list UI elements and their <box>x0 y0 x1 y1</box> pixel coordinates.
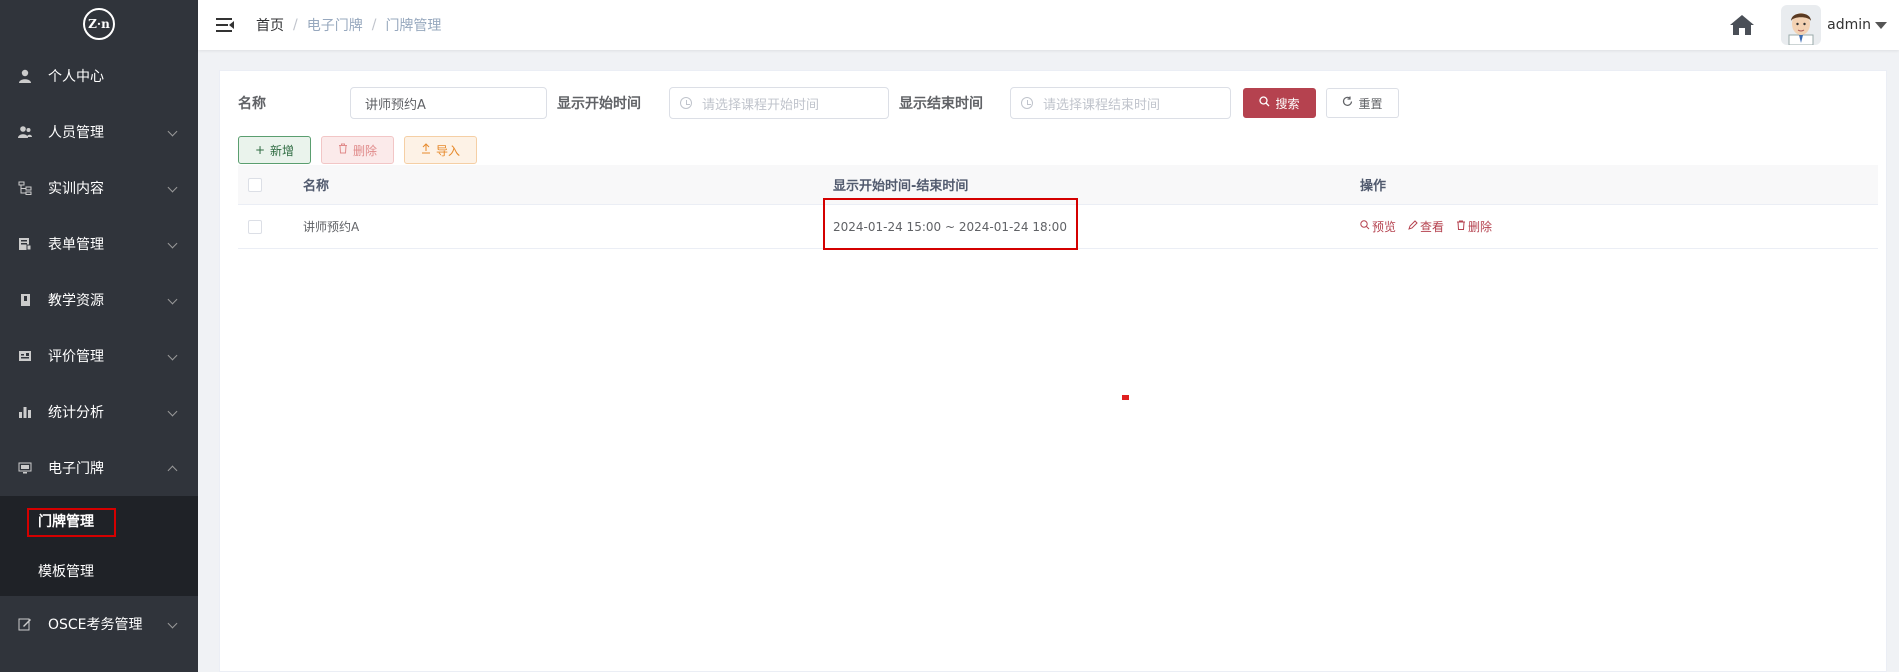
table-row: 讲师预约A 2024-01-24 15:00 ~ 2024-01-24 18:0… <box>238 197 1878 250</box>
view-link-label: 查看 <box>1420 220 1445 234</box>
row-name: 讲师预约A <box>303 220 360 234</box>
search-form: 名称 讲师预约A 显示开始时间 请选择课程开始时间 显示结束时间 请选择课程结束… <box>238 87 1886 119</box>
preview-link[interactable]: 预览 <box>1360 218 1396 235</box>
breadcrumb: 首页 / 电子门牌 / 门牌管理 <box>256 15 441 35</box>
add-button[interactable]: + 新增 <box>238 136 311 164</box>
start-time-picker[interactable]: 请选择课程开始时间 <box>669 87 889 119</box>
sidebar: Z·n 个人中心 人员管理 实训内容 表单管理 教学资源 评价管理 统计分析 电… <box>0 0 198 672</box>
trash-icon <box>1456 220 1466 233</box>
breadcrumb-separator: / <box>371 17 377 33</box>
caret-down-icon[interactable] <box>1875 21 1887 29</box>
menu-toggle-icon[interactable] <box>216 18 234 32</box>
clock-icon <box>680 97 692 109</box>
username[interactable]: admin <box>1827 17 1871 33</box>
header-right: admin <box>1729 0 1887 50</box>
people-icon <box>18 125 32 139</box>
upload-icon <box>421 143 431 157</box>
breadcrumb-separator: / <box>293 17 298 33</box>
refresh-icon <box>1342 96 1353 110</box>
breadcrumb-e-doorplate: 电子门牌 <box>306 18 363 34</box>
edit-icon <box>1408 220 1418 233</box>
sidebar-item-training[interactable]: 实训内容 <box>0 160 198 216</box>
toolbar: + 新增 删除 导入 <box>238 136 477 164</box>
top-header: 首页 / 电子门牌 / 门牌管理 admin <box>198 0 1899 50</box>
row-ops: 预览 查看 删除 <box>1360 218 1878 235</box>
sidebar-subitem-doorplate-management[interactable]: 门牌管理 <box>0 496 198 546</box>
sidebar-item-e-doorplate[interactable]: 电子门牌 <box>0 440 198 496</box>
sidebar-item-personnel[interactable]: 人员管理 <box>0 104 198 160</box>
name-input[interactable]: 讲师预约A <box>350 87 547 119</box>
search-icon <box>1259 96 1270 110</box>
sidebar-item-resources[interactable]: 教学资源 <box>0 272 198 328</box>
import-button[interactable]: 导入 <box>404 136 477 164</box>
submenu-e-doorplate: 门牌管理 模板管理 <box>0 496 198 596</box>
sidebar-item-evaluation[interactable]: 评价管理 <box>0 328 198 384</box>
header-checkbox-cell <box>238 177 303 192</box>
header-time: 显示开始时间-结束时间 <box>833 179 969 194</box>
end-time-label: 显示结束时间 <box>899 96 983 112</box>
row-checkbox[interactable] <box>248 219 262 234</box>
sidebar-item-osce[interactable]: OSCE考务管理 <box>0 596 198 652</box>
sidebar-item-personal-center[interactable]: 个人中心 <box>0 48 198 104</box>
start-time-placeholder: 请选择课程开始时间 <box>702 97 820 113</box>
cursor-marker <box>1122 395 1129 400</box>
import-button-label: 导入 <box>435 143 460 158</box>
row-time-cell: 2024-01-24 15:00 ~ 2024-01-24 18:00 <box>823 197 1360 250</box>
search-icon <box>1360 220 1370 233</box>
reset-button[interactable]: 重置 <box>1326 88 1399 118</box>
doorplate-table: 名称 显示开始时间-结束时间 操作 讲师预约A 2024-01-24 15:00… <box>238 165 1878 250</box>
row-checkbox-cell <box>238 219 303 234</box>
bar-chart-icon <box>18 405 32 419</box>
home-icon[interactable] <box>1729 14 1755 36</box>
trash-icon <box>338 143 348 157</box>
header-name: 名称 <box>303 179 330 194</box>
plus-icon: + <box>254 143 266 157</box>
search-button[interactable]: 搜索 <box>1243 88 1316 118</box>
reset-button-label: 重置 <box>1358 96 1383 111</box>
end-time-placeholder: 请选择课程结束时间 <box>1043 97 1161 113</box>
delete-link-label: 删除 <box>1468 220 1493 234</box>
logo-area: Z·n <box>0 0 198 48</box>
view-link[interactable]: 查看 <box>1408 218 1444 235</box>
preview-link-label: 预览 <box>1372 220 1397 234</box>
evaluate-icon <box>18 349 32 363</box>
name-label: 名称 <box>238 96 266 112</box>
avatar[interactable] <box>1781 5 1822 45</box>
book-icon <box>18 293 32 307</box>
add-button-label: 新增 <box>270 143 295 158</box>
user-icon <box>18 69 32 83</box>
edit-icon <box>18 617 32 631</box>
highlight-box <box>27 508 116 537</box>
breadcrumb-home[interactable]: 首页 <box>256 15 284 35</box>
sidebar-item-forms[interactable]: 表单管理 <box>0 216 198 272</box>
sidebar-subitem-template-management[interactable]: 模板管理 <box>0 546 198 596</box>
search-button-label: 搜索 <box>1275 96 1300 111</box>
delete-button-label: 删除 <box>352 143 377 158</box>
end-time-picker[interactable]: 请选择课程结束时间 <box>1010 87 1231 119</box>
main-card: 名称 讲师预约A 显示开始时间 请选择课程开始时间 显示结束时间 请选择课程结束… <box>219 70 1887 672</box>
delete-button[interactable]: 删除 <box>321 136 394 164</box>
breadcrumb-current: 门牌管理 <box>385 18 442 34</box>
sidebar-item-label: 个人中心 <box>48 69 104 85</box>
delete-link[interactable]: 删除 <box>1456 218 1492 235</box>
clock-icon <box>1021 97 1033 109</box>
highlight-box <box>823 197 1078 250</box>
select-all-checkbox[interactable] <box>248 177 262 192</box>
monitor-icon <box>18 461 32 475</box>
header-ops: 操作 <box>1360 179 1387 194</box>
sidebar-item-statistics[interactable]: 统计分析 <box>0 384 198 440</box>
logo[interactable]: Z·n <box>83 8 115 40</box>
tree-icon <box>18 181 32 195</box>
start-time-label: 显示开始时间 <box>557 96 641 112</box>
sidebar-subitem-label: 模板管理 <box>38 564 94 580</box>
form-icon <box>18 237 32 251</box>
